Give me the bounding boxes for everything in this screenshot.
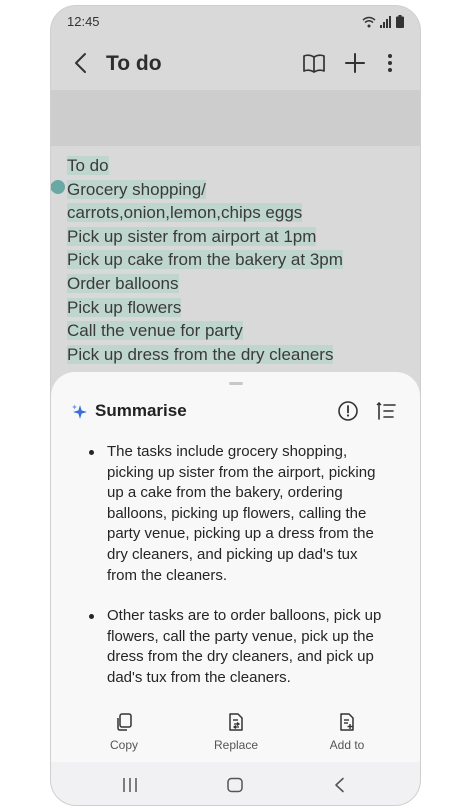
note-line: Grocery shopping/ <box>67 179 206 199</box>
book-icon[interactable] <box>301 50 327 76</box>
summary-text: The tasks include grocery shopping, pick… <box>107 443 376 584</box>
add-to-icon <box>340 713 354 731</box>
status-icons <box>362 15 404 28</box>
sheet-title: Summarise <box>95 401 187 420</box>
add-icon[interactable] <box>342 50 368 76</box>
replace-label: Replace <box>213 738 259 752</box>
note-line: Pick up flowers <box>67 297 182 317</box>
battery-icon <box>396 15 404 28</box>
note-line: Order balloons <box>67 273 179 293</box>
replace-icon <box>229 713 243 731</box>
back-nav-icon[interactable] <box>331 777 349 793</box>
status-bar: 12:45 <box>51 6 420 36</box>
summary-item: The tasks include grocery shopping, pick… <box>89 442 389 586</box>
copy-label: Copy <box>109 738 138 752</box>
back-icon[interactable] <box>69 50 95 76</box>
add-to-button[interactable]: Add to <box>307 712 387 754</box>
sheet-header: Summarise <box>71 400 401 424</box>
sheet-grabber[interactable] <box>229 382 243 385</box>
home-icon[interactable] <box>226 777 244 793</box>
phone-screen: 12:45 To do To do Grocery shopping/ carr… <box>50 5 421 806</box>
note-line: To do <box>67 156 109 175</box>
wifi-icon <box>362 16 376 28</box>
status-time: 12:45 <box>67 14 100 29</box>
sheet-actions: Copy Replace Add to <box>51 712 420 758</box>
note-line: Call the venue for party <box>67 321 243 341</box>
bullet-dot <box>89 614 94 620</box>
signal-icon <box>380 16 391 28</box>
list-settings-icon[interactable] <box>375 400 397 422</box>
summarise-sheet: Summarise The tasks include grocery shop… <box>51 372 420 766</box>
note-line: Pick up cake from the bakery at 3pm <box>67 250 343 270</box>
note-line: Pick up dress from the dry cleaners <box>67 344 334 364</box>
copy-icon <box>117 713 132 731</box>
note-line: carrots,onion,lemon,chips eggs <box>67 203 303 223</box>
note-body[interactable]: To do Grocery shopping/ carrots,onion,le… <box>67 154 407 366</box>
note-line: Pick up sister from airport at 1pm <box>67 226 317 246</box>
page-title: To do <box>106 52 162 75</box>
copy-button[interactable]: Copy <box>84 712 164 754</box>
summary-list: The tasks include grocery shopping, pick… <box>89 442 389 709</box>
replace-button[interactable]: Replace <box>196 712 276 754</box>
bullet-dot <box>89 450 94 455</box>
app-bar: To do <box>51 38 420 90</box>
selection-handle[interactable] <box>51 177 68 197</box>
system-nav-bar <box>51 762 420 805</box>
summary-text: Other tasks are to order balloons, pick … <box>107 607 382 686</box>
sparkle-icon <box>72 404 87 419</box>
info-icon[interactable] <box>337 400 359 422</box>
more-icon[interactable] <box>377 50 403 76</box>
editor-toolbar <box>51 90 420 146</box>
summary-item: Other tasks are to order balloons, pick … <box>89 606 389 688</box>
add-to-label: Add to <box>329 738 365 752</box>
recents-icon[interactable] <box>121 777 139 793</box>
